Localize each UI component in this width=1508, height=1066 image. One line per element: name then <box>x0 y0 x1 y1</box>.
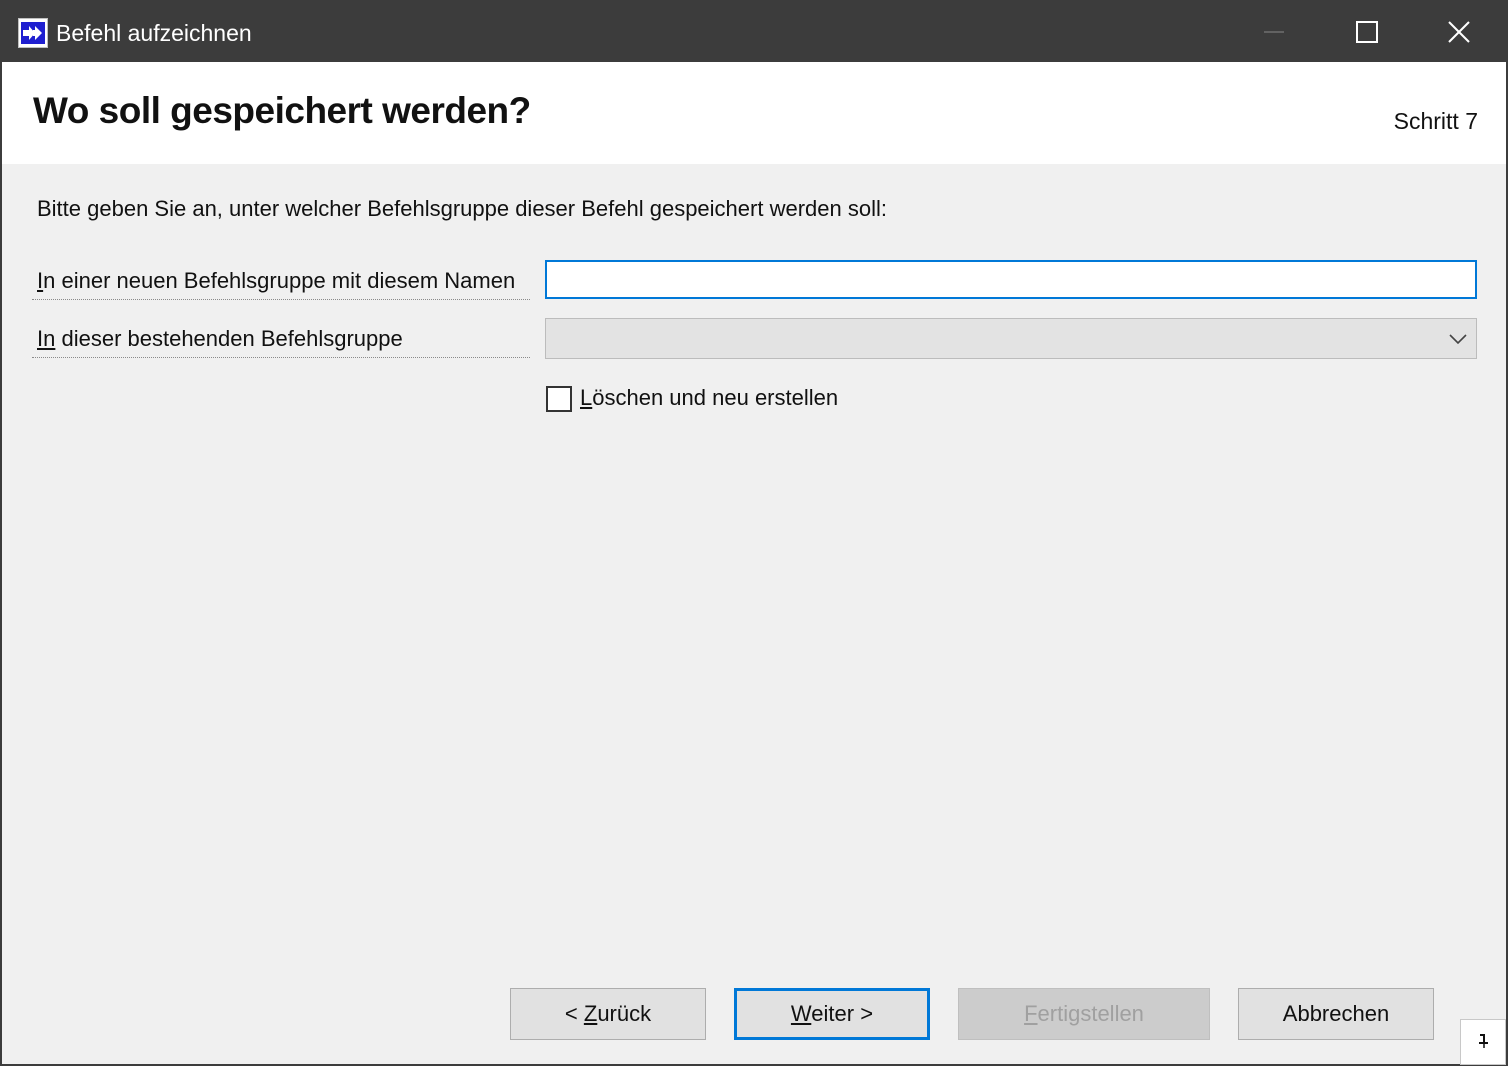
minimize-icon <box>1264 31 1284 33</box>
instruction-text: Bitte geben Sie an, unter welcher Befehl… <box>37 196 887 221</box>
existing-group-dropdown[interactable] <box>545 318 1477 359</box>
chevron-down-icon <box>1449 334 1467 345</box>
wizard-header: Wo soll gespeichert werden? Schritt 7 <box>2 62 1506 164</box>
new-group-name-input[interactable] <box>545 260 1477 299</box>
recreate-label-accel: L <box>580 385 593 410</box>
finish-button[interactable]: Fertigstellen <box>958 988 1210 1040</box>
page-title: Wo soll gespeichert werden? <box>33 90 531 131</box>
back-button[interactable]: < Zurück <box>510 988 706 1040</box>
pin-icon <box>1479 1034 1488 1048</box>
new-group-label: In einer neuen Befehlsgruppe mit diesem … <box>32 262 530 300</box>
finish-button-label: ertigstellen <box>1037 1001 1144 1026</box>
recreate-checkbox[interactable] <box>546 386 572 412</box>
existing-group-label-text: dieser bestehenden Befehlsgruppe <box>55 326 403 351</box>
recreate-label-text: öschen und neu erstellen <box>592 385 839 410</box>
next-button[interactable]: Weiter > <box>734 988 930 1040</box>
existing-group-label-accel: In <box>37 326 56 351</box>
next-button-label: eiter > <box>811 1001 874 1026</box>
title-bar[interactable]: Befehl aufzeichnen <box>2 2 1506 62</box>
step-indicator: Schritt 7 <box>1393 108 1478 134</box>
next-button-accel: W <box>790 1001 812 1026</box>
existing-group-label: In dieser bestehenden Befehlsgruppe <box>32 320 530 358</box>
close-button[interactable] <box>1412 2 1504 62</box>
back-button-accel: Z <box>583 1001 598 1026</box>
new-group-label-text: n einer neuen Befehlsgruppe mit diesem N… <box>43 268 516 293</box>
wizard-window: Befehl aufzeichnen Wo soll gespeichert w… <box>0 0 1508 1066</box>
close-icon <box>1448 21 1470 43</box>
window-title: Befehl aufzeichnen <box>56 20 252 46</box>
finish-button-accel: F <box>1024 1001 1038 1026</box>
back-button-prefix: < <box>564 1001 584 1026</box>
resize-grip[interactable] <box>1460 1019 1506 1065</box>
minimize-button[interactable] <box>1228 2 1320 62</box>
back-button-label: urück <box>597 1001 652 1026</box>
maximize-icon <box>1356 21 1378 43</box>
cancel-button[interactable]: Abbrechen <box>1238 988 1434 1040</box>
double-arrow-right-icon <box>18 18 48 48</box>
recreate-checkbox-label[interactable]: Löschen und neu erstellen <box>580 385 838 411</box>
maximize-button[interactable] <box>1320 2 1412 62</box>
